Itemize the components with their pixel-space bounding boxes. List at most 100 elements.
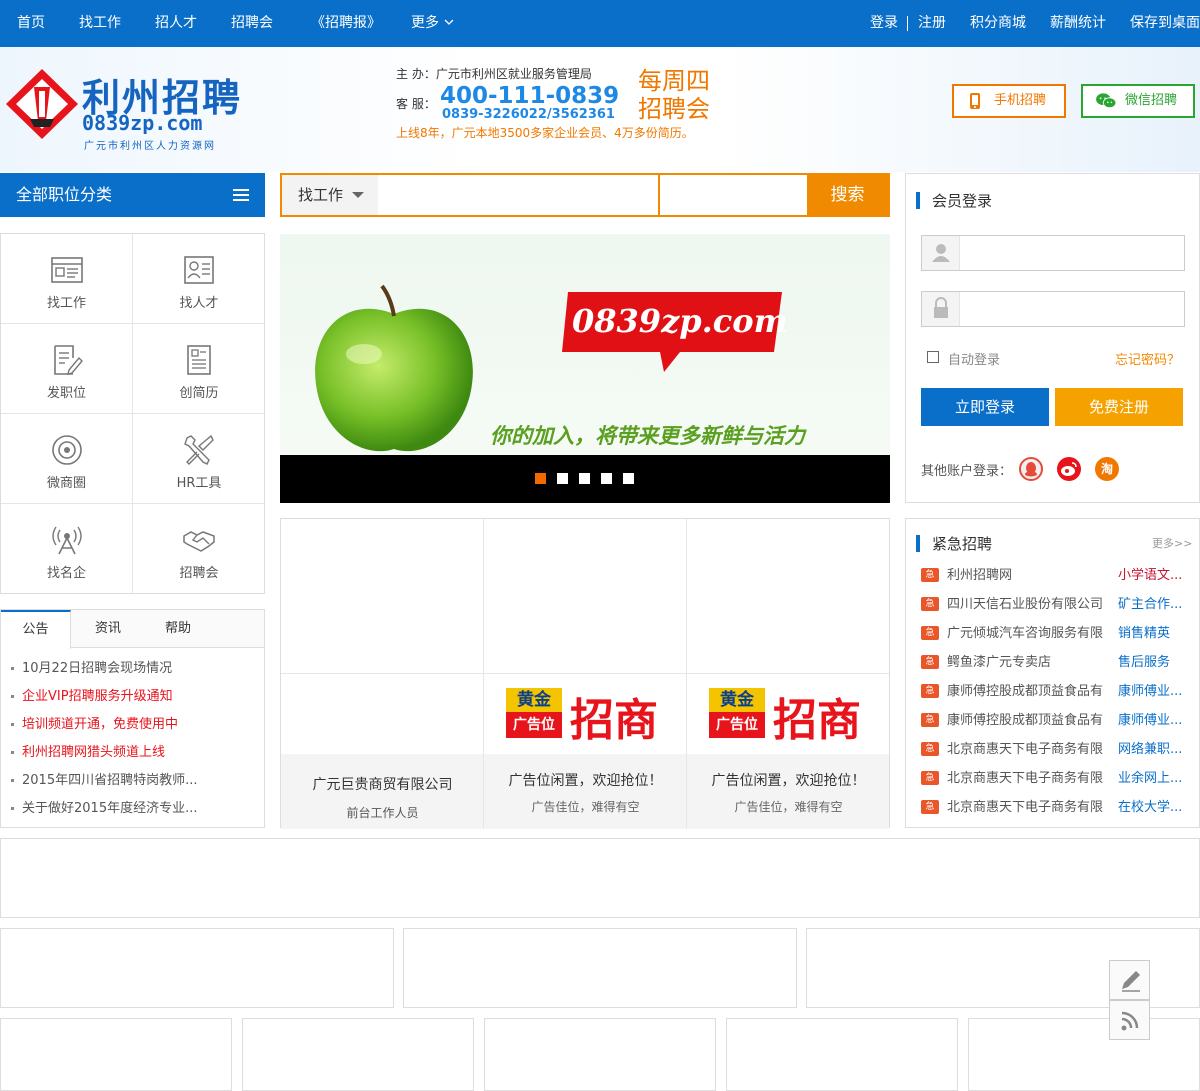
ad-block[interactable] [242, 1018, 474, 1091]
urgent-company: 北京商惠天下电子商务有限 [947, 742, 1104, 757]
category-micro-circle[interactable]: 微商圈 [1, 414, 133, 504]
urgent-row[interactable]: 急北京商惠天下电子商务有限 网络兼职... [921, 738, 1191, 760]
forgot-password-link[interactable]: 忘记密码？ [1115, 349, 1180, 368]
ad-block[interactable] [0, 928, 394, 1008]
slide-dot-5[interactable] [623, 473, 634, 484]
nav-more-label: 更多 [411, 15, 439, 31]
urgent-row[interactable]: 急康师傅控股成都顶益食品有 康师傅业... [921, 680, 1191, 702]
wide-ad-banner[interactable] [0, 838, 1200, 918]
nav-newspaper[interactable]: 《招聘报》 [311, 0, 381, 47]
tab-news[interactable]: 资讯 [73, 610, 143, 648]
wechat-icon [1096, 93, 1117, 109]
taobao-login-icon[interactable]: 淘 [1095, 457, 1119, 481]
urgent-row[interactable]: 急北京商惠天下电子商务有限 业余网上... [921, 767, 1191, 789]
ad-block[interactable] [0, 1018, 232, 1091]
category-famous-companies[interactable]: 找名企 [1, 504, 133, 594]
weekly-fair-badge: 每周四 招聘会 [638, 67, 738, 123]
category-post-job[interactable]: 发职位 [1, 324, 133, 414]
urgent-row[interactable]: 急康师傅控股成都顶益食品有 康师傅业... [921, 709, 1191, 731]
slide-dot-4[interactable] [601, 473, 612, 484]
logo-emblem-icon [6, 69, 78, 139]
ad-company-card[interactable]: 广元巨贵商贸有限公司 前台工作人员 [281, 674, 484, 829]
rss-button[interactable] [1109, 1000, 1150, 1040]
urgent-row[interactable]: 急北京商惠天下电子商务有限 在校大学... [921, 796, 1191, 818]
nav-find-talent[interactable]: 招人才 [155, 0, 197, 47]
category-job-fair[interactable]: 招聘会 [133, 504, 265, 594]
login-title: 会员登录 [916, 190, 992, 211]
urgent-row[interactable]: 急广元倾城汽车咨询服务有限 销售精英 [921, 622, 1191, 644]
ad-block[interactable] [484, 1018, 716, 1091]
notice-item[interactable]: 关于做好2015年度经济专业... [11, 797, 256, 816]
urgent-job: 小学语文... [1118, 568, 1183, 583]
nav-login[interactable]: 登录 [870, 0, 898, 47]
member-login-panel: 会员登录 自动登录 忘记密码？ 立即登录 免费注册 其他账户登录： 淘 [905, 173, 1200, 503]
nav-more[interactable]: 更多 [411, 0, 454, 47]
urgent-more-link[interactable]: 更多>> [1152, 535, 1192, 551]
urgent-company: 康师傅控股成都顶益食品有 [947, 713, 1104, 728]
username-input[interactable] [962, 236, 1182, 270]
job-list-icon [51, 257, 83, 283]
free-register-button[interactable]: 免费注册 [1055, 388, 1183, 426]
category-label: 创简历 [179, 386, 219, 401]
invite-ads-text: 招商 [773, 695, 861, 746]
search-type-select[interactable]: 找工作 [282, 175, 378, 215]
search-keyword-input[interactable] [378, 175, 658, 215]
category-find-job[interactable]: 找工作 [1, 234, 133, 324]
search-location-input[interactable] [658, 175, 809, 215]
nav-salary-stats[interactable]: 薪酬统计 [1050, 0, 1106, 47]
urgent-tag: 急 [921, 568, 939, 582]
urgent-job: 在校大学... [1118, 800, 1183, 815]
notice-item[interactable]: 利州招聘网猎头频道上线 [11, 741, 256, 760]
weibo-login-icon[interactable] [1057, 457, 1081, 481]
category-create-resume[interactable]: 创简历 [133, 324, 265, 414]
search-button[interactable]: 搜索 [807, 175, 888, 215]
login-button[interactable]: 立即登录 [921, 388, 1049, 426]
urgent-row[interactable]: 急利州招聘网 小学语文... [921, 564, 1191, 586]
slide-dot-1[interactable] [535, 473, 546, 484]
ad-grid: 广元巨贵商贸有限公司 前台工作人员 黄金 广告位 招商 广告位闲置，欢迎抢位！ … [280, 518, 890, 829]
banner-slider[interactable]: 0839zp.com 你的加入，将带来更多新鲜与活力 [280, 234, 890, 503]
category-find-talent[interactable]: 找人才 [133, 234, 265, 324]
feedback-button[interactable] [1109, 960, 1150, 1000]
all-categories-bar[interactable]: 全部职位分类 [0, 173, 265, 217]
notice-item[interactable]: 培训频道开通，免费使用中 [11, 713, 256, 732]
handshake-icon [183, 531, 215, 552]
category-grid: 找工作 找人才 发职位 创简历 微商圈 HR工具 找名企 招聘会 [0, 233, 265, 594]
nav-find-job[interactable]: 找工作 [79, 0, 121, 47]
nav-home[interactable]: 首页 [17, 0, 45, 47]
notice-item[interactable]: 10月22日招聘会现场情况 [11, 657, 256, 676]
nav-save-desktop[interactable]: 保存到桌面 [1130, 0, 1200, 47]
slide-dot-2[interactable] [557, 473, 568, 484]
tab-help[interactable]: 帮助 [143, 610, 213, 648]
notice-item[interactable]: 2015年四川省招聘特岗教师... [11, 769, 256, 788]
nav-job-fair[interactable]: 招聘会 [231, 0, 273, 47]
ad-block[interactable] [968, 1018, 1200, 1091]
ad-slot-empty[interactable] [687, 519, 889, 674]
category-label: 找名企 [46, 566, 86, 581]
edit-document-icon [54, 345, 83, 375]
mobile-recruit-button[interactable]: 手机招聘 [952, 84, 1066, 118]
site-header: 利州招聘 0839zp.com 广元市利州区人力资源网 主 办：广元市利州区就业… [0, 47, 1200, 172]
ad-vacant-card[interactable]: 黄金 广告位 招商 广告位闲置，欢迎抢位！ 广告佳位，难得有空 [687, 674, 889, 829]
ad-block[interactable] [403, 928, 797, 1008]
notice-item[interactable]: 企业VIP招聘服务升级通知 [11, 685, 256, 704]
site-logo[interactable]: 利州招聘 0839zp.com 广元市利州区人力资源网 [4, 67, 264, 152]
ad-slot-empty[interactable] [484, 519, 687, 674]
category-hr-tools[interactable]: HR工具 [133, 414, 265, 504]
urgent-row[interactable]: 急鳄鱼漆广元专卖店 售后服务 [921, 651, 1191, 673]
qq-login-icon[interactable] [1019, 457, 1043, 481]
slide-dot-3[interactable] [579, 473, 590, 484]
ad-block[interactable] [726, 1018, 958, 1091]
wechat-recruit-button[interactable]: 微信招聘 [1081, 84, 1195, 118]
password-input[interactable] [962, 292, 1182, 326]
ad-vacant-card[interactable]: 黄金 广告位 招商 广告位闲置，欢迎抢位！ 广告佳位，难得有空 [484, 674, 687, 829]
urgent-row[interactable]: 急四川天信石业股份有限公司 矿主合作... [921, 593, 1191, 615]
tab-notice[interactable]: 公告 [1, 610, 71, 649]
nav-register[interactable]: 注册 [918, 0, 946, 47]
ad-slot-empty[interactable] [281, 519, 484, 674]
wechat-recruit-label: 微信招聘 [1125, 93, 1178, 108]
service-label: 客 服： [396, 97, 436, 111]
nav-points-mall[interactable]: 积分商城 [970, 0, 1026, 47]
ad-company-image [281, 674, 483, 754]
auto-login-checkbox[interactable] [927, 351, 939, 363]
